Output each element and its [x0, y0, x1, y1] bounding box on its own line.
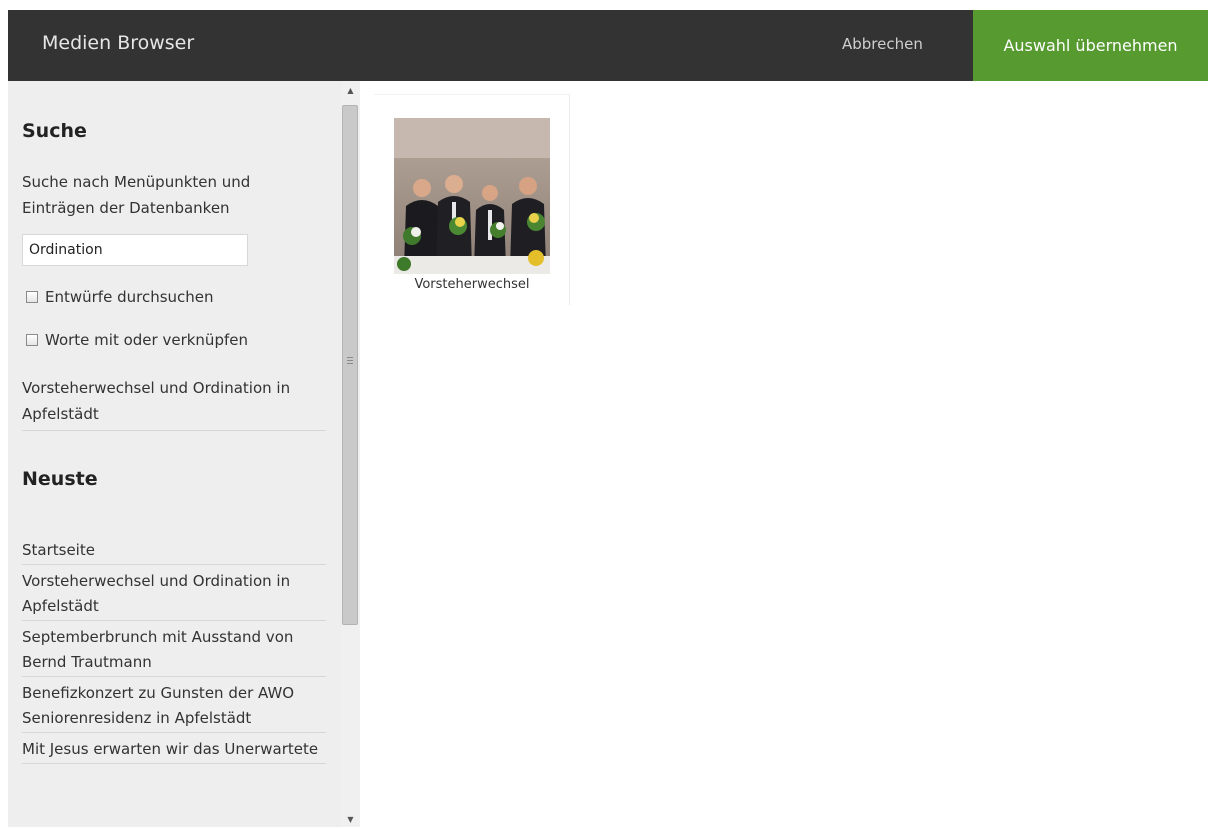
search-drafts-checkbox[interactable]: Entwürfe durchsuchen	[26, 288, 214, 306]
app-title: Medien Browser	[42, 32, 195, 54]
scroll-up-icon[interactable]: ▲	[341, 83, 360, 99]
search-input[interactable]	[22, 234, 248, 266]
sidebar: Suche Suche nach Menüpunkten und Einträg…	[8, 81, 341, 827]
search-description: Suche nach Menüpunkten und Einträgen der…	[22, 173, 251, 217]
cancel-button[interactable]: Abbrechen	[842, 35, 923, 53]
list-item[interactable]: Septemberbrunch mit Ausstand von Bernd T…	[22, 621, 326, 677]
sidebar-scrollbar[interactable]: ▲ ▼	[341, 81, 360, 827]
scrollbar-thumb[interactable]	[342, 105, 358, 625]
media-grid: Vorsteherwechsel	[360, 81, 1208, 827]
list-item[interactable]: Startseite	[22, 534, 326, 565]
search-result-item[interactable]: Vorsteherwechsel und Ordination in Apfel…	[22, 375, 326, 431]
or-words-checkbox[interactable]: Worte mit oder verknüpfen	[26, 331, 248, 349]
apply-selection-button[interactable]: Auswahl übernehmen	[973, 10, 1208, 81]
list-item[interactable]: Benefizkonzert zu Gunsten der AWO Senior…	[22, 677, 326, 733]
checkbox-icon[interactable]	[26, 291, 38, 303]
media-item[interactable]: Vorsteherwechsel	[374, 94, 570, 305]
recent-heading: Neuste	[22, 468, 98, 490]
grip-icon	[347, 357, 353, 366]
recent-list: Startseite Vorsteherwechsel und Ordinati…	[22, 534, 326, 764]
scroll-down-icon[interactable]: ▼	[341, 812, 360, 828]
search-heading: Suche	[22, 120, 87, 142]
media-thumbnail[interactable]	[394, 118, 550, 274]
or-words-label: Worte mit oder verknüpfen	[45, 331, 248, 349]
list-item[interactable]: Mit Jesus erwarten wir das Unerwartete	[22, 733, 326, 764]
top-bar: Medien Browser Abbrechen Auswahl überneh…	[8, 10, 1208, 81]
media-caption: Vorsteherwechsel	[414, 277, 530, 292]
list-item[interactable]: Vorsteherwechsel und Ordination in Apfel…	[22, 565, 326, 621]
search-drafts-label: Entwürfe durchsuchen	[45, 288, 214, 306]
checkbox-icon[interactable]	[26, 334, 38, 346]
